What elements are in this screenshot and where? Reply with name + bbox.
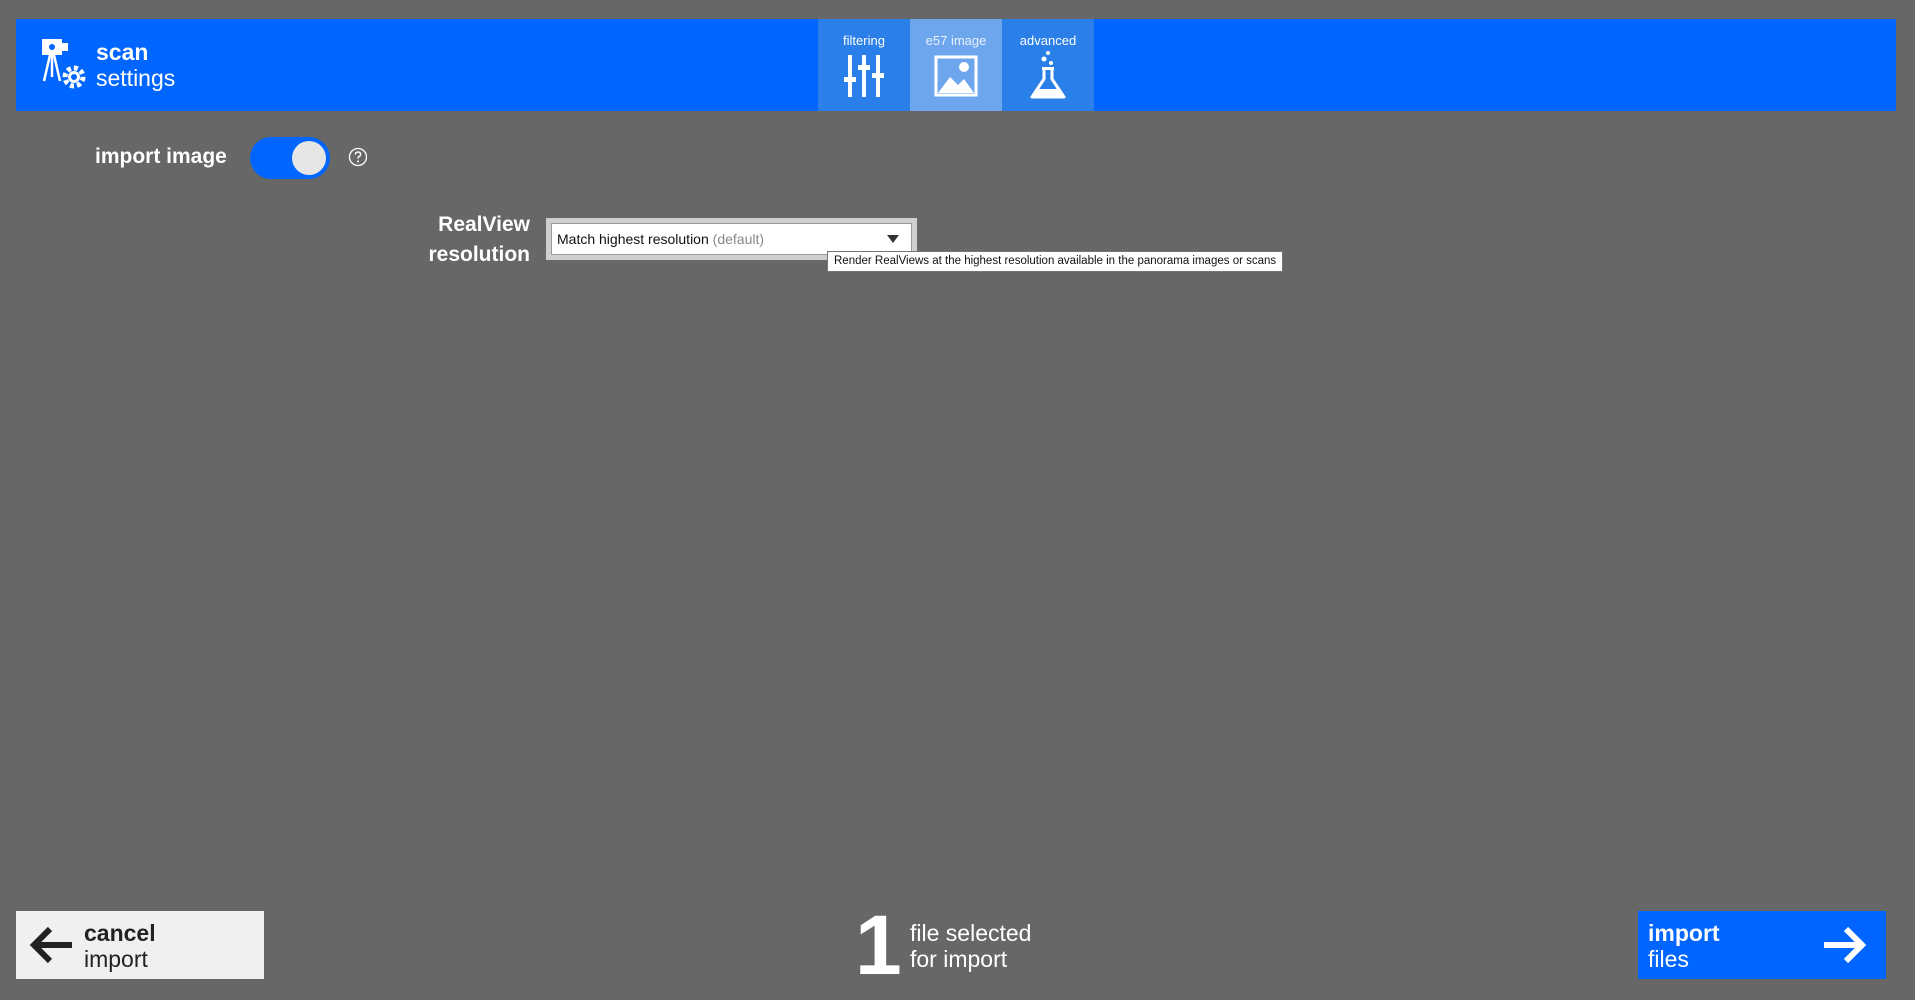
- image-icon: [934, 55, 978, 97]
- realview-label-line2: resolution: [428, 243, 530, 266]
- flask-icon: [1030, 51, 1066, 99]
- chevron-down-icon[interactable]: [887, 235, 899, 243]
- tab-filtering[interactable]: filtering: [818, 19, 910, 111]
- import-image-label: import image: [95, 145, 227, 168]
- realview-label-line1: RealView: [438, 213, 530, 236]
- import-button-text: import files: [1648, 920, 1720, 972]
- sliders-icon: [844, 55, 884, 97]
- tooltip: Render RealViews at the highest resoluti…: [827, 251, 1284, 272]
- title-bold: scan: [96, 39, 149, 65]
- tab-label: advanced: [1019, 33, 1077, 48]
- selected-file-count: 1: [855, 898, 902, 992]
- tab-advanced[interactable]: advanced: [1002, 19, 1094, 111]
- arrow-left-icon: [29, 926, 72, 964]
- title-light: settings: [96, 65, 176, 91]
- selected-files-caption: file selected for import: [910, 920, 1031, 972]
- selected-caption-line2: for import: [910, 946, 1008, 972]
- import-image-toggle[interactable]: [250, 137, 330, 179]
- import-label-light: files: [1648, 946, 1689, 972]
- help-icon[interactable]: [348, 147, 368, 167]
- realview-resolution-label: RealView resolution: [400, 210, 530, 270]
- tab-label: filtering: [843, 33, 885, 48]
- select-default-suffix: (default): [712, 231, 765, 247]
- select-value: Match highest resolution: [557, 231, 709, 247]
- cancel-label-light: import: [84, 946, 148, 972]
- import-files-button[interactable]: import files: [1638, 911, 1886, 979]
- tab-bar: filtering e57 image advanced: [818, 19, 1094, 111]
- cancel-button-text: cancel import: [84, 920, 156, 972]
- tab-e57-image[interactable]: e57 image: [910, 19, 1002, 111]
- arrow-right-icon: [1824, 926, 1867, 964]
- cancel-label-bold: cancel: [84, 920, 156, 946]
- toggle-knob: [292, 141, 326, 175]
- scanner-gear-icon: [42, 39, 86, 89]
- selected-caption-line1: file selected: [910, 920, 1032, 946]
- page-title: scan settings: [96, 39, 175, 91]
- tab-label: e57 image: [925, 33, 987, 48]
- cancel-import-button[interactable]: cancel import: [16, 911, 264, 979]
- import-label-bold: import: [1648, 920, 1720, 946]
- header-bar: scan settings filtering e57 image advanc…: [16, 19, 1896, 111]
